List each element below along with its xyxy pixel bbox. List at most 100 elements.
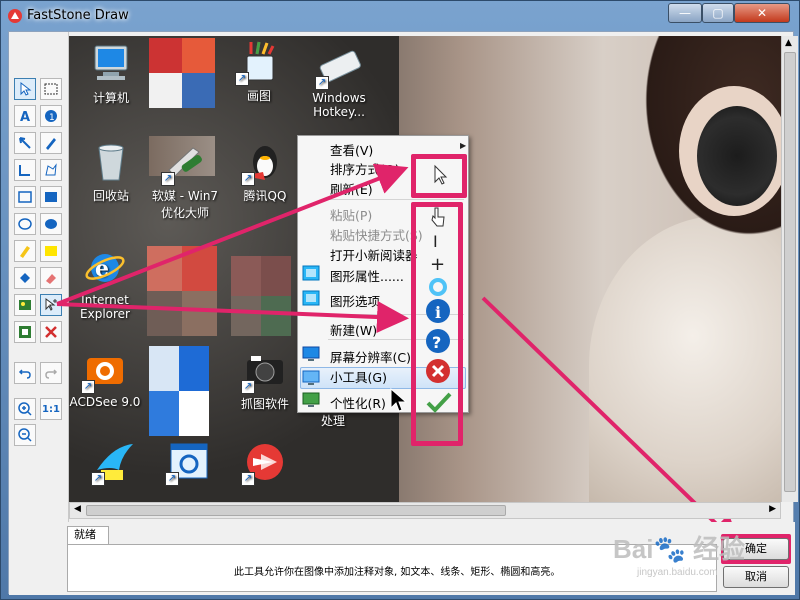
desktop-icon-magnifier[interactable]: ↗ <box>149 440 229 487</box>
shortcut-arrow-icon: ↗ <box>165 472 179 486</box>
minimize-button[interactable]: — <box>668 3 702 23</box>
actual-size-button[interactable]: 1:1 <box>40 398 62 420</box>
menu-item-refresh[interactable]: 刷新(E) <box>330 179 373 198</box>
vertical-scrollbar[interactable]: ▲ <box>781 36 798 502</box>
menu-item-sort[interactable]: 排序方式(O) <box>330 159 400 178</box>
desktop-icon-red-app[interactable]: ↗ <box>225 440 305 487</box>
pen-tool[interactable] <box>40 132 62 154</box>
menu-item-screen-resolution[interactable]: 屏幕分辨率(C) <box>330 347 411 366</box>
fill-tool[interactable] <box>14 267 36 289</box>
pixelated-icon <box>149 38 215 108</box>
angle-line-tool[interactable] <box>14 159 36 181</box>
shortcut-arrow-icon: ↗ <box>315 76 329 90</box>
pixelated-icon <box>147 246 217 336</box>
graphics-options-icon <box>302 290 320 306</box>
highlighter-tool[interactable] <box>14 240 36 262</box>
horizontal-scroll-thumb[interactable] <box>86 505 506 516</box>
app-window: FastStone Draw — ▢ ✕ A 1 1:1 计算机 ↗ 画图 ↗ … <box>0 0 800 600</box>
vertical-scroll-thumb[interactable] <box>784 52 796 492</box>
menu-item-open-reader[interactable]: 打开小新阅读器 <box>330 245 418 264</box>
drawing-canvas[interactable]: 计算机 ↗ 画图 ↗ Windows Hotkey... 回收站 ↗ 软媒 - … <box>69 36 781 502</box>
tool-palette: A 1 1:1 <box>9 32 69 522</box>
number-tool[interactable]: 1 <box>40 105 62 127</box>
desktop-icon-computer[interactable]: 计算机 <box>71 42 151 106</box>
highlight-rect-tool[interactable] <box>40 240 62 262</box>
filled-ellipse-tool[interactable] <box>40 213 62 235</box>
menu-item-view[interactable]: 查看(V) <box>330 140 373 159</box>
horizontal-scrollbar[interactable]: ◀ ▶ <box>69 502 781 519</box>
shortcut-arrow-icon: ↗ <box>91 472 105 486</box>
scroll-up-icon[interactable]: ▲ <box>785 38 792 48</box>
status-tab[interactable]: 就绪 <box>67 526 109 544</box>
filled-rectangle-tool[interactable] <box>40 186 62 208</box>
desktop-icon-label: Windows Hotkey... <box>312 91 366 119</box>
menu-separator <box>328 199 464 200</box>
delete-tool[interactable] <box>40 321 62 343</box>
desktop-icon-internet-explorer[interactable]: e Internet Explorer <box>69 246 145 321</box>
title-bar[interactable]: FastStone Draw — ▢ ✕ <box>1 1 800 31</box>
desktop-icon-paint[interactable]: ↗ 画图 <box>219 40 299 104</box>
polygon-tool[interactable] <box>40 159 62 181</box>
ellipse-tool[interactable] <box>14 213 36 235</box>
menu-item-paste-shortcut[interactable]: 粘贴快捷方式(S) <box>330 225 423 244</box>
menu-item-graphics-options[interactable]: 图形选项 <box>330 291 380 310</box>
shortcut-arrow-icon: ↗ <box>81 380 95 394</box>
desktop-icon-screenshot-app[interactable]: ↗ 抓图软件 <box>225 348 305 412</box>
desktop-icon-label: 画图 <box>246 89 271 103</box>
menu-item-graphics-properties[interactable]: 图形属性...... <box>330 266 404 285</box>
desktop-icon-windows-hotkey[interactable]: ↗ Windows Hotkey... <box>299 44 379 119</box>
number-badge-icon: 1 <box>45 110 57 123</box>
computer-icon <box>94 45 128 80</box>
shortcut-arrow-icon: ↗ <box>241 472 255 486</box>
mouse-cursor-icon <box>390 388 408 412</box>
redo-button[interactable] <box>40 362 62 384</box>
select-pointer-tool[interactable] <box>14 78 36 100</box>
border-tool[interactable] <box>14 321 36 343</box>
corner-line-icon <box>19 165 30 176</box>
svg-text:A: A <box>20 110 30 124</box>
shortcut-arrow-icon: ↗ <box>235 72 249 86</box>
text-tool[interactable]: A <box>14 105 36 127</box>
graphics-properties-icon <box>302 265 320 281</box>
crosshair-cursor-icon: + <box>430 254 446 275</box>
rectangle-outline-icon <box>18 191 32 203</box>
undo-button[interactable] <box>14 362 36 384</box>
menu-item-personalize[interactable]: 个性化(R) <box>330 393 386 412</box>
busy-ring-icon <box>429 278 447 296</box>
rect-select-tool[interactable] <box>40 78 62 100</box>
svg-text:i: i <box>435 303 441 322</box>
baidu-watermark-url: jingyan.baidu.com <box>637 567 718 578</box>
rectangle-tool[interactable] <box>14 186 36 208</box>
shortcut-arrow-icon: ↗ <box>241 172 255 186</box>
scroll-left-icon[interactable]: ◀ <box>74 504 81 514</box>
menu-item-new[interactable]: 新建(W) <box>330 320 377 339</box>
desktop-icon-acdsee[interactable]: ↗ ACDSee 9.0 <box>69 348 145 409</box>
desktop-icon-recycle-bin[interactable]: 回收站 <box>71 140 151 204</box>
help-question-icon: ? <box>426 329 450 353</box>
tool-description: 此工具允许你在图像中添加注释对象, 如文本、线条、矩形、椭圆和高亮。 <box>234 567 561 578</box>
cursor-stamp-tool[interactable] <box>40 294 62 316</box>
close-button[interactable]: ✕ <box>734 3 790 23</box>
desktop-icon-win7-optimizer[interactable]: ↗ 软媒 - Win7 优化大师 <box>145 140 225 221</box>
zoom-out-button[interactable] <box>14 424 36 446</box>
yellow-rect-icon <box>45 246 57 256</box>
desktop-icon-hummingbird[interactable]: ↗ <box>75 440 155 487</box>
submenu-arrow-icon: ▶ <box>460 141 467 150</box>
wallpaper-earmuff <box>697 106 777 206</box>
svg-text:?: ? <box>432 333 441 352</box>
zoom-in-button[interactable] <box>14 398 36 420</box>
eraser-tool[interactable] <box>40 267 62 289</box>
desktop-icon-qq[interactable]: ↗ 腾讯QQ <box>225 140 305 204</box>
menu-item-paste[interactable]: 粘贴(P) <box>330 205 372 224</box>
image-insert-tool[interactable] <box>14 294 36 316</box>
gadgets-icon <box>302 370 320 385</box>
app-logo-icon <box>8 9 22 23</box>
highlighter-icon <box>20 246 30 258</box>
maximize-button[interactable]: ▢ <box>702 3 734 23</box>
scroll-right-icon[interactable]: ▶ <box>769 504 776 514</box>
pointer-icon <box>20 81 32 96</box>
screen-resolution-icon <box>302 346 320 361</box>
arrow-tool[interactable] <box>14 132 36 154</box>
desktop-icon-process[interactable]: 处理 <box>293 412 373 429</box>
cancel-button[interactable]: 取消 <box>723 566 789 588</box>
